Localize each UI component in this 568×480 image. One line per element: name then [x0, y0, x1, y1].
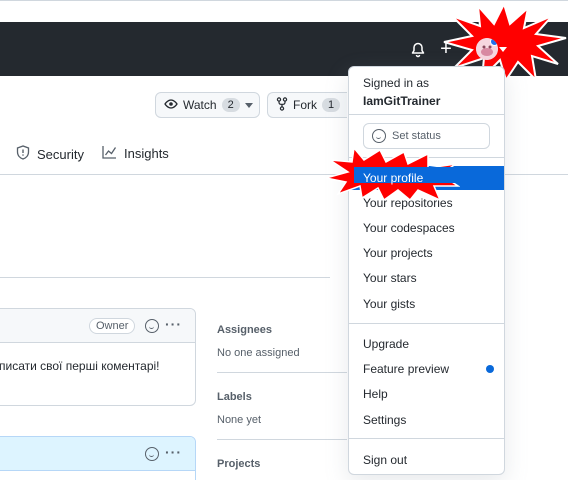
eye-icon: [164, 98, 178, 112]
new-feature-dot: [486, 365, 494, 373]
watch-count: 2: [221, 98, 240, 112]
watch-button[interactable]: Watch 2: [155, 92, 260, 118]
menu-item-your-repositories[interactable]: Your repositories: [349, 191, 504, 215]
status-dot: [490, 38, 498, 46]
menu-item-feature-preview[interactable]: Feature preview: [349, 357, 504, 381]
watch-label: Watch: [183, 98, 217, 112]
menu-item-sign-out[interactable]: Sign out: [349, 448, 504, 472]
menu-item-your-stars[interactable]: Your stars: [349, 266, 504, 290]
menu-item-your-projects[interactable]: Your projects: [349, 241, 504, 265]
avatar-icon[interactable]: [476, 38, 498, 60]
smiley-icon[interactable]: [145, 319, 159, 333]
graph-icon: [102, 145, 117, 162]
divider: [349, 114, 504, 115]
tab-insights-label: Insights: [124, 146, 169, 161]
labels-heading[interactable]: Labels: [217, 391, 252, 403]
menu-item-settings[interactable]: Settings: [349, 408, 504, 432]
assignees-heading[interactable]: Assignees: [217, 324, 272, 336]
divider: [217, 372, 347, 373]
comment-box: ···: [0, 436, 196, 480]
menu-item-your-codespaces[interactable]: Your codespaces: [349, 216, 504, 240]
signed-in-label: Signed in as: [363, 76, 430, 90]
menu-item-help[interactable]: Help: [349, 382, 504, 406]
shield-icon: [16, 145, 30, 163]
divider: [349, 157, 504, 158]
menu-item-upgrade[interactable]: Upgrade: [349, 332, 504, 356]
comment-body: писати свої перші коментарі!: [0, 359, 160, 373]
tab-security-label: Security: [37, 146, 84, 162]
fork-label: Fork: [293, 98, 317, 112]
fork-button[interactable]: Fork 1: [267, 92, 347, 118]
page: + Watch 2 Fork 1 Security Insights Owner…: [0, 0, 568, 480]
user-menu-dropdown: Signed in as IamGitTrainer Set status Yo…: [348, 66, 505, 475]
labels-value: None yet: [217, 414, 262, 426]
smiley-icon: [372, 129, 386, 143]
tab-insights[interactable]: Insights: [102, 145, 169, 162]
chevron-down-icon[interactable]: [499, 47, 507, 52]
bell-icon[interactable]: [408, 40, 428, 60]
divider: [349, 323, 504, 324]
set-status-label: Set status: [392, 130, 441, 142]
smiley-icon[interactable]: [145, 447, 159, 461]
top-border: [0, 0, 568, 1]
menu-item-your-profile-label[interactable]: Your profile: [363, 171, 423, 185]
comment-box: Owner ··· писати свої перші коментарі!: [0, 308, 196, 406]
more-options-icon[interactable]: ···: [165, 316, 182, 332]
more-options-icon[interactable]: ···: [165, 444, 182, 460]
assignees-value: No one assigned: [217, 347, 300, 359]
owner-badge: Owner: [89, 318, 136, 334]
comment-header: Owner ···: [0, 309, 195, 343]
chevron-down-icon: [244, 102, 253, 108]
comment-header: ···: [0, 437, 195, 471]
username[interactable]: IamGitTrainer: [363, 94, 440, 108]
divider: [0, 277, 330, 278]
fork-count: 1: [322, 98, 341, 112]
set-status-button[interactable]: Set status: [363, 123, 490, 149]
projects-heading[interactable]: Projects: [217, 458, 260, 470]
divider: [217, 439, 347, 440]
fork-icon: [276, 96, 288, 114]
plus-icon[interactable]: +: [436, 38, 456, 60]
tab-security[interactable]: Security: [16, 145, 84, 163]
divider: [349, 438, 504, 439]
menu-item-your-gists[interactable]: Your gists: [349, 292, 504, 316]
